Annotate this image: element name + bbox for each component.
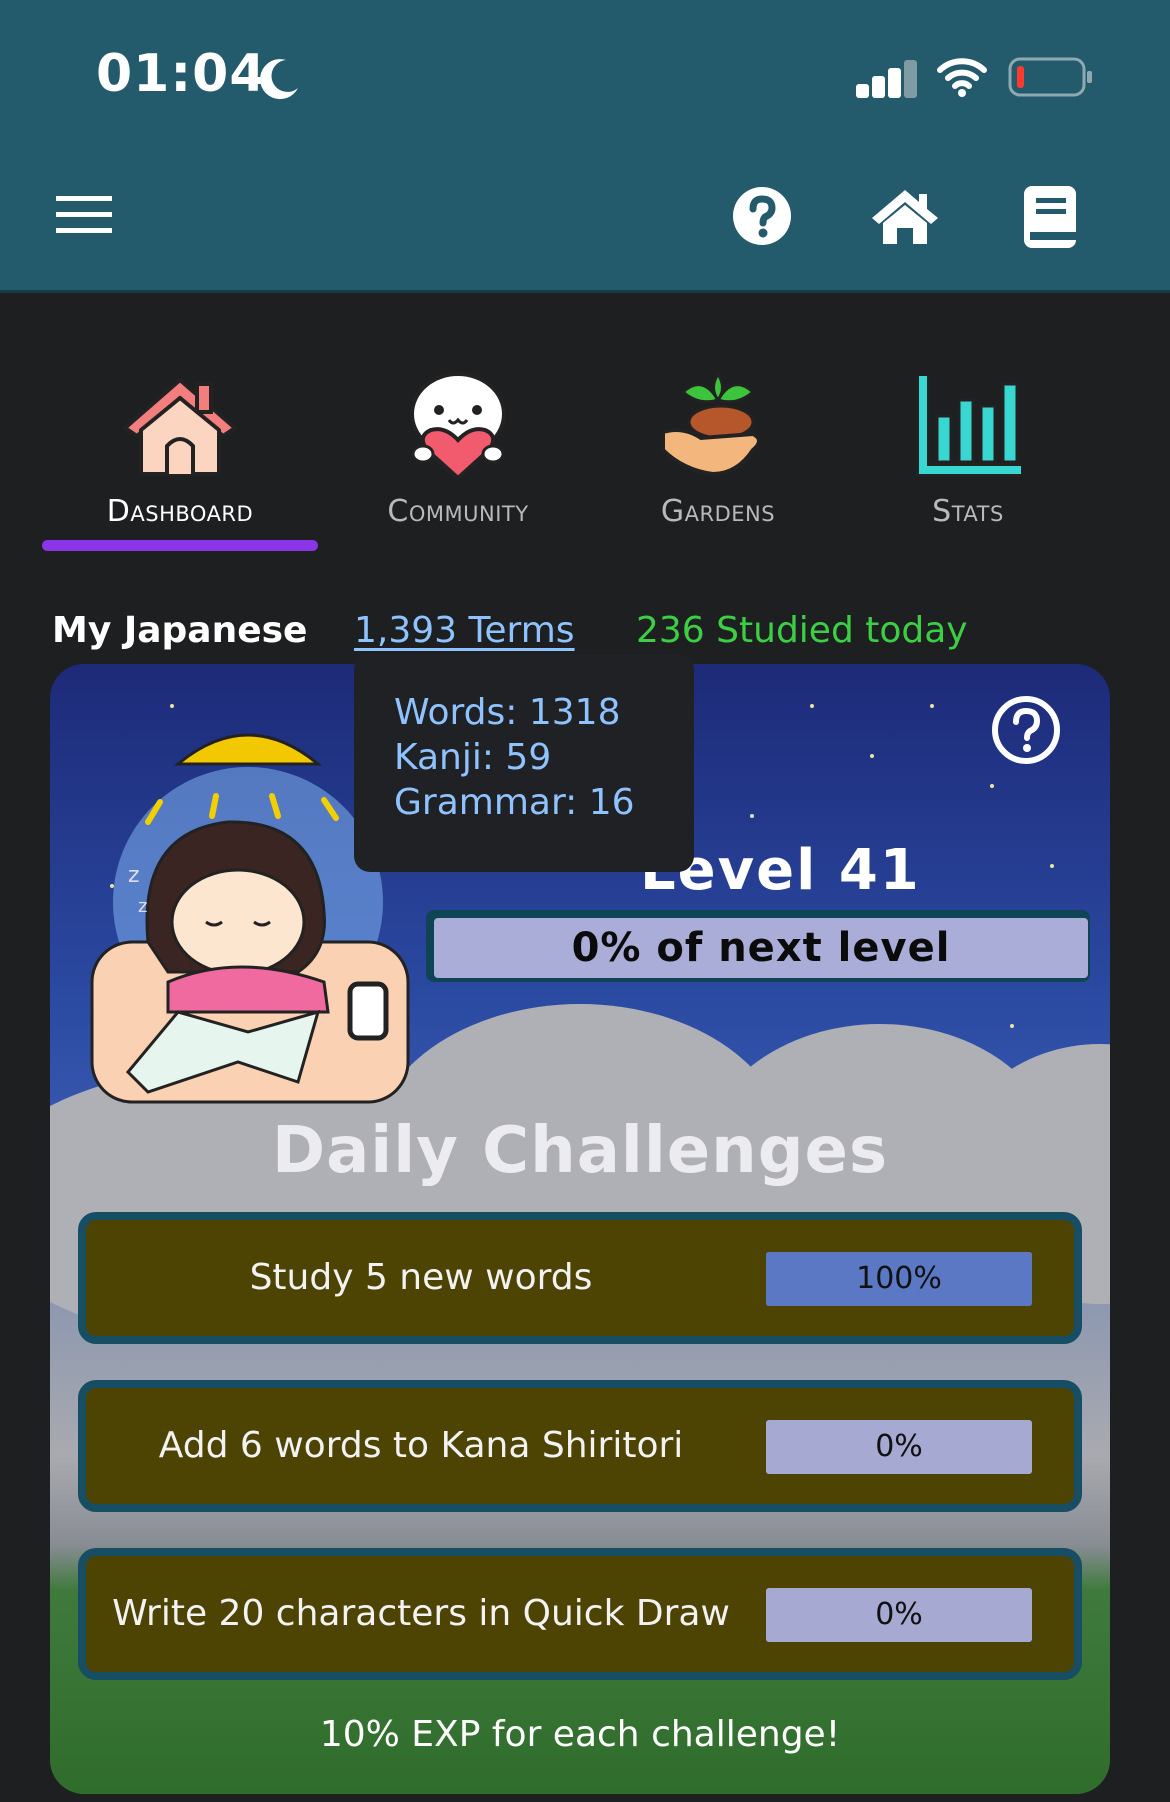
tab-label: Gardens [660,494,776,529]
challenge-text: Add 6 words to Kana Shiritori [158,1425,684,1466]
svg-text:z: z [138,896,147,917]
challenge-text: Study 5 new words [249,1257,593,1298]
level-progress-text: 0% of next level [571,925,951,971]
book-icon[interactable] [1022,186,1078,248]
app-header: 01:04 [0,0,1170,293]
bar-chart-icon [916,376,1021,477]
challenge-item: Study 5 new words 100% [78,1212,1082,1344]
challenge-item: Write 20 characters in Quick Draw 0% [78,1548,1082,1680]
house-icon [123,378,237,476]
daily-challenges-title: Daily Challenges [271,1114,889,1188]
exp-bonus-note: 10% EXP for each challenge! [319,1714,841,1755]
tooltip-grammar: Grammar: 16 [394,782,635,823]
studied-today-text: 236 Studied today [636,610,968,651]
language-title: My Japanese [52,610,308,651]
tab-dashboard[interactable]: Dashboard [50,370,310,529]
challenge-percent: 100% [856,1261,942,1296]
tab-label: Stats [932,494,1004,529]
sprout-hand-icon [661,371,761,477]
moon-icon [260,59,298,100]
active-tab-indicator [42,540,318,551]
home-icon[interactable] [870,186,940,246]
terms-tooltip: Words: 1318 Kanji: 59 Grammar: 16 [354,654,694,872]
status-time: 01:04 [96,44,267,104]
card-help-icon[interactable] [990,694,1062,766]
challenge-progress-bar: 0% [766,1420,1032,1474]
tab-gardens[interactable]: Gardens [588,370,848,529]
tab-stats[interactable]: Stats [838,370,1098,529]
tab-community[interactable]: Community [328,370,588,529]
challenge-percent: 0% [875,1429,923,1464]
tab-label: Dashboard [106,494,254,529]
challenge-progress-bar: 100% [766,1252,1032,1306]
hamburger-menu-icon[interactable] [56,194,112,236]
heart-mascot-icon [410,372,506,481]
challenge-text: Write 20 characters in Quick Draw [112,1593,730,1634]
cellular-signal-icon [856,58,917,98]
tooltip-kanji: Kanji: 59 [394,737,552,778]
battery-low-icon [1008,57,1092,97]
help-circle-icon[interactable] [732,186,792,246]
challenge-percent: 0% [875,1597,923,1632]
svg-text:z: z [128,863,140,888]
wifi-icon [937,58,987,97]
challenge-progress-bar: 0% [766,1588,1032,1642]
challenge-item: Add 6 words to Kana Shiritori 0% [78,1380,1082,1512]
terms-count-link[interactable]: 1,393 Terms [354,610,575,651]
tooltip-words: Words: 1318 [394,692,621,733]
tab-label: Community [387,494,529,529]
